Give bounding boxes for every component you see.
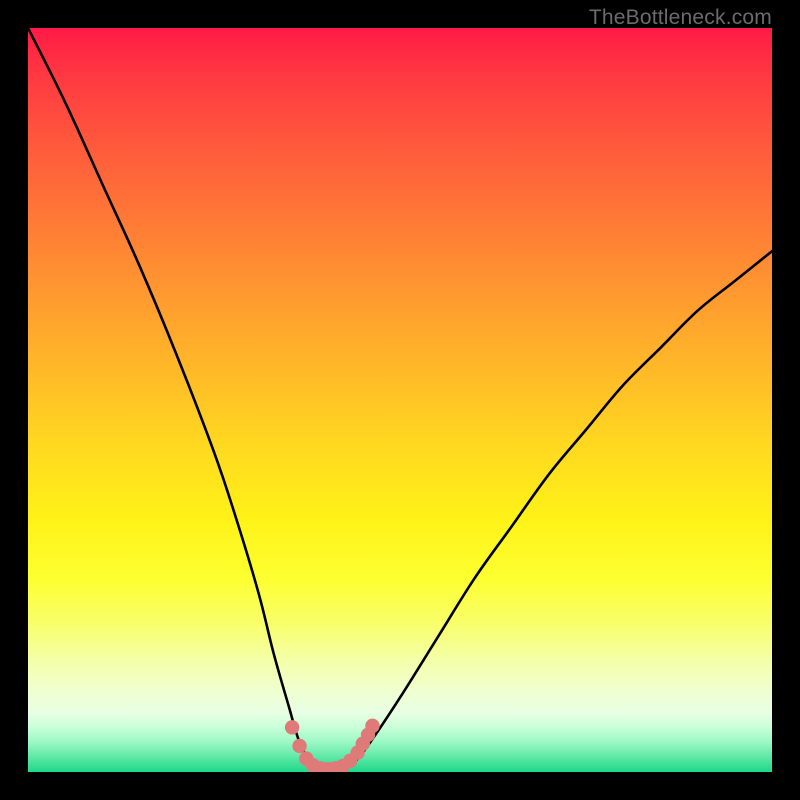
plot-area: [28, 28, 772, 772]
curve-marker: [365, 719, 379, 733]
chart-frame: TheBottleneck.com: [0, 0, 800, 800]
bottleneck-curve: [28, 28, 772, 769]
credit-watermark: TheBottleneck.com: [589, 6, 772, 30]
curve-layer: [28, 28, 772, 772]
curve-marker: [285, 720, 299, 734]
curve-marker: [292, 739, 306, 753]
